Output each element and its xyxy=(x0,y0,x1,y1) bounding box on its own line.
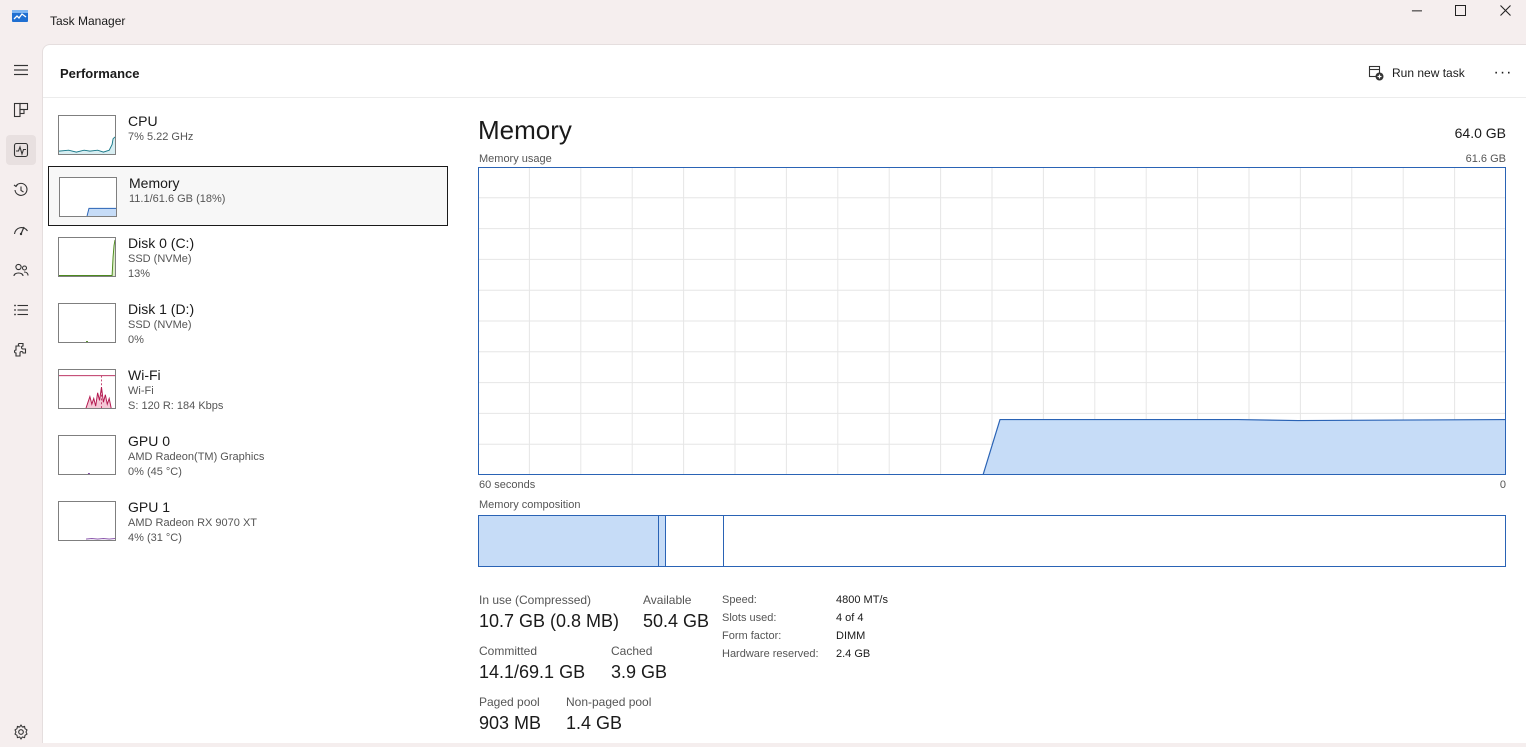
memory-thumbnail-graph xyxy=(59,177,117,217)
minimize-button[interactable]: ─ xyxy=(1394,0,1440,20)
non-paged-pool-value: 1.4 GB xyxy=(566,713,623,733)
disk1-thumbnail-graph xyxy=(58,303,116,343)
cached-value: 3.9 GB xyxy=(611,662,668,682)
slots-used-label: Slots used: xyxy=(722,612,777,624)
nav-processes[interactable] xyxy=(6,95,36,125)
nav-details[interactable] xyxy=(6,295,36,325)
composition-free[interactable] xyxy=(724,516,1505,566)
composition-modified[interactable] xyxy=(659,516,666,566)
composition-in-use[interactable] xyxy=(479,516,659,566)
window-title: Task Manager xyxy=(50,14,126,28)
device-usage: 4% (31 °C) xyxy=(128,532,182,544)
form-factor-label: Form factor: xyxy=(722,630,782,642)
device-model: AMD Radeon RX 9070 XT xyxy=(128,517,258,529)
close-button[interactable] xyxy=(1482,0,1526,20)
memory-usage-max: 61.6 GB xyxy=(1465,153,1506,165)
composition-standby[interactable] xyxy=(666,516,724,566)
hamburger-menu-button[interactable] xyxy=(6,55,36,85)
gpu1-thumbnail-graph xyxy=(58,501,116,541)
slots-used-value: 4 of 4 xyxy=(836,612,864,624)
navigation-rail xyxy=(0,44,42,743)
device-name: Wi-Fi xyxy=(128,367,161,383)
gpu0-thumbnail-graph xyxy=(58,435,116,475)
users-icon xyxy=(13,263,29,277)
device-disk1[interactable]: Disk 1 (D:) SSD (NVMe) 0% xyxy=(48,293,448,353)
nav-startup-apps[interactable] xyxy=(6,215,36,245)
settings-icon xyxy=(14,724,28,740)
memory-usage-graph xyxy=(478,167,1506,475)
device-usage: 0% xyxy=(128,334,144,346)
cpu-thumbnail-graph xyxy=(58,115,116,155)
committed-label: Committed xyxy=(479,644,538,658)
task-manager-app-icon xyxy=(12,10,28,22)
device-name: GPU 1 xyxy=(128,499,171,515)
device-type: SSD (NVMe) xyxy=(128,319,192,331)
available-label: Available xyxy=(643,593,692,607)
device-disk0[interactable]: Disk 0 (C:) SSD (NVMe) 13% xyxy=(48,227,448,287)
processes-icon xyxy=(13,102,29,118)
wifi-thumbnail-graph xyxy=(58,369,116,409)
committed-value: 14.1/69.1 GB xyxy=(479,662,586,682)
cached-label: Cached xyxy=(611,644,653,658)
in-use-label: In use (Compressed) xyxy=(479,593,592,607)
nav-users[interactable] xyxy=(6,255,36,285)
run-new-task-icon xyxy=(1368,65,1384,81)
time-axis-left: 60 seconds xyxy=(479,479,536,491)
time-axis-right: 0 xyxy=(1499,479,1506,491)
more-options-button[interactable]: ··· xyxy=(1491,61,1515,85)
device-name: GPU 0 xyxy=(128,433,171,449)
maximize-button[interactable] xyxy=(1437,0,1483,20)
memory-total: 64.0 GB xyxy=(1454,125,1506,141)
speed-label: Speed: xyxy=(722,594,757,606)
memory-composition-label: Memory composition xyxy=(479,499,581,511)
form-factor-value: DIMM xyxy=(836,630,866,642)
disk0-thumbnail-graph xyxy=(58,237,116,277)
in-use-value: 10.7 GB (0.8 MB) xyxy=(479,611,620,631)
device-memory[interactable]: Memory 11.1/61.6 GB (18%) xyxy=(48,166,448,226)
device-name: CPU xyxy=(128,113,158,129)
device-adapter: Wi-Fi xyxy=(128,385,154,397)
memory-title: Memory xyxy=(478,115,572,145)
page-title: Performance xyxy=(60,66,140,81)
device-name: Disk 1 (D:) xyxy=(128,301,195,317)
device-name: Memory xyxy=(129,175,180,191)
device-gpu1[interactable]: GPU 1 AMD Radeon RX 9070 XT 4% (31 °C) xyxy=(48,491,448,551)
paged-pool-value: 903 MB xyxy=(479,713,542,733)
hardware-reserved-value: 2.4 GB xyxy=(836,648,871,660)
device-model: AMD Radeon(TM) Graphics xyxy=(128,451,265,463)
main-panel: Performance Run new task ··· CPU 7% 5.22… xyxy=(42,44,1526,743)
title-bar: Task Manager ─ xyxy=(0,0,1526,44)
run-new-task-button[interactable]: Run new task xyxy=(1368,61,1465,85)
device-usage: 13% xyxy=(128,268,151,280)
device-cpu[interactable]: CPU 7% 5.22 GHz xyxy=(48,105,448,165)
services-icon xyxy=(14,342,27,357)
device-detail: 11.1/61.6 GB (18%) xyxy=(129,193,226,205)
nav-app-history[interactable] xyxy=(6,175,36,205)
device-gpu0[interactable]: GPU 0 AMD Radeon(TM) Graphics 0% (45 °C) xyxy=(48,425,448,485)
hardware-reserved-label: Hardware reserved: xyxy=(722,648,819,660)
device-type: SSD (NVMe) xyxy=(128,253,192,265)
memory-composition-bar xyxy=(478,515,1506,567)
paged-pool-label: Paged pool xyxy=(479,695,540,709)
close-icon xyxy=(1499,4,1511,16)
nav-services[interactable] xyxy=(6,335,36,365)
available-value: 50.4 GB xyxy=(643,611,710,631)
hamburger-menu-icon xyxy=(14,64,28,76)
device-throughput: S: 120 R: 184 Kbps xyxy=(128,400,224,412)
device-name: Disk 0 (C:) xyxy=(128,235,195,251)
details-icon xyxy=(14,304,28,316)
maximize-icon xyxy=(1454,4,1466,16)
startup-apps-icon xyxy=(13,226,28,236)
device-usage: 0% (45 °C) xyxy=(128,466,182,478)
memory-usage-label: Memory usage xyxy=(479,153,552,165)
non-paged-pool-label: Non-paged pool xyxy=(566,695,652,709)
speed-value: 4800 MT/s xyxy=(836,594,888,606)
app-history-icon xyxy=(13,182,28,196)
performance-icon xyxy=(13,142,29,158)
device-wifi[interactable]: Wi-Fi Wi-Fi S: 120 R: 184 Kbps xyxy=(48,359,448,419)
run-new-task-label: Run new task xyxy=(1392,66,1465,80)
nav-performance[interactable] xyxy=(6,135,36,165)
page-header: Performance Run new task ··· xyxy=(43,45,1526,98)
device-detail: 7% 5.22 GHz xyxy=(128,131,194,143)
